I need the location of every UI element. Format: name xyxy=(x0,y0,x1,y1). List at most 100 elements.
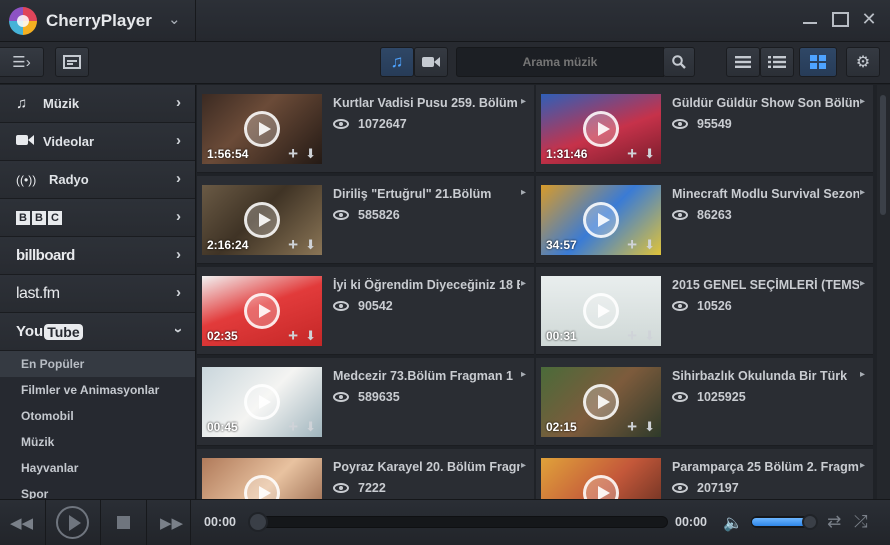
expand-arrow-icon[interactable]: ▸ xyxy=(860,369,865,380)
sidebar-subitem-music[interactable]: Müzik xyxy=(0,429,195,455)
play-overlay-icon[interactable] xyxy=(583,475,619,499)
next-button[interactable]: ▶▶ xyxy=(160,514,183,532)
add-icon[interactable]: + xyxy=(627,418,637,435)
sidebar-item-bbc[interactable]: BBC › xyxy=(0,199,195,237)
volume-icon[interactable]: 🔈 xyxy=(723,513,743,533)
close-button[interactable]: ✕ xyxy=(859,10,879,28)
play-overlay-icon[interactable] xyxy=(583,293,619,329)
video-mode-button[interactable] xyxy=(414,47,448,77)
download-icon[interactable]: ⬇ xyxy=(644,147,655,161)
expand-arrow-icon[interactable]: ▸ xyxy=(521,460,526,471)
sidebar-subitem-animals[interactable]: Hayvanlar xyxy=(0,455,195,481)
sidebar-item-youtube[interactable]: You Tube › xyxy=(0,313,195,351)
expand-arrow-icon[interactable]: ▸ xyxy=(521,369,526,380)
play-overlay-icon[interactable] xyxy=(583,384,619,420)
video-title[interactable]: 2015 GENEL SEÇİMLERİ (TEMSİLİ) xyxy=(672,278,859,292)
video-title[interactable]: İyi ki Öğrendim Diyeceğiniz 18 Bilgi xyxy=(333,278,520,292)
play-overlay-icon[interactable] xyxy=(244,293,280,329)
download-icon[interactable]: ⬇ xyxy=(305,238,316,252)
video-thumbnail[interactable]: 00:45 + ⬇ xyxy=(202,367,322,437)
video-thumbnail[interactable]: 2:16:24 + ⬇ xyxy=(202,185,322,255)
video-thumbnail[interactable]: 1:56:54 + ⬇ xyxy=(202,94,322,164)
settings-button[interactable]: ⚙ xyxy=(846,47,880,77)
download-icon[interactable]: ⬇ xyxy=(644,238,655,252)
minimize-button[interactable] xyxy=(800,10,820,28)
volume-handle[interactable] xyxy=(802,514,818,530)
expand-arrow-icon[interactable]: ▸ xyxy=(860,460,865,471)
video-card[interactable]: Paramparça 25 Bölüm 2. Fragman ▸ 207197 xyxy=(536,449,873,499)
video-card[interactable]: 1:31:46 + ⬇ Güldür Güldür Show Son Bölüm… xyxy=(536,85,873,173)
expand-arrow-icon[interactable]: ▸ xyxy=(521,187,526,198)
video-title[interactable]: Sihirbazlık Okulunda Bir Türk xyxy=(672,369,859,383)
play-overlay-icon[interactable] xyxy=(244,202,280,238)
add-icon[interactable]: + xyxy=(627,145,637,162)
video-thumbnail[interactable]: 00:31 + ⬇ xyxy=(541,276,661,346)
scrollbar-thumb[interactable] xyxy=(880,95,886,215)
video-card[interactable]: Poyraz Karayel 20. Bölüm Fragman ▸ 7222 xyxy=(197,449,534,499)
video-card[interactable]: 1:56:54 + ⬇ Kurtlar Vadisi Pusu 259. Böl… xyxy=(197,85,534,173)
video-thumbnail[interactable]: 1:31:46 + ⬇ xyxy=(541,94,661,164)
video-title[interactable]: Diriliş "Ertuğrul" 21.Bölüm xyxy=(333,187,520,201)
app-menu-chevron-icon[interactable]: ⌄ xyxy=(168,10,181,28)
add-icon[interactable]: + xyxy=(288,418,298,435)
sidebar-item-radio[interactable]: ((•)) Radyo › xyxy=(0,161,195,199)
video-title[interactable]: Poyraz Karayel 20. Bölüm Fragman xyxy=(333,460,520,474)
sidebar-subitem-sports[interactable]: Spor xyxy=(0,481,195,499)
video-title[interactable]: Minecraft Modlu Survival Sezon xyxy=(672,187,859,201)
expand-arrow-icon[interactable]: ▸ xyxy=(860,278,865,289)
download-icon[interactable]: ⬇ xyxy=(305,329,316,343)
video-thumbnail[interactable]: 02:15 + ⬇ xyxy=(541,367,661,437)
video-title[interactable]: Kurtlar Vadisi Pusu 259. Bölüm xyxy=(333,96,520,110)
video-thumbnail[interactable] xyxy=(202,458,322,499)
sidebar-item-lastfm[interactable]: last.fm › xyxy=(0,275,195,313)
video-card[interactable]: 02:15 + ⬇ Sihirbazlık Okulunda Bir Türk … xyxy=(536,358,873,446)
play-overlay-icon[interactable] xyxy=(244,111,280,147)
previous-button[interactable]: ◀◀ xyxy=(10,514,33,532)
repeat-button[interactable]: ⇄ xyxy=(827,512,841,532)
video-title[interactable]: Güldür Güldür Show Son Bölüm xyxy=(672,96,859,110)
shuffle-button[interactable]: ⤮ xyxy=(854,512,868,532)
play-button[interactable] xyxy=(56,506,89,539)
video-title[interactable]: Paramparça 25 Bölüm 2. Fragman xyxy=(672,460,859,474)
grid-view-button[interactable] xyxy=(799,47,837,77)
play-overlay-icon[interactable] xyxy=(244,475,280,499)
video-card[interactable]: 02:35 + ⬇ İyi ki Öğrendim Diyeceğiniz 18… xyxy=(197,267,534,355)
seek-bar[interactable] xyxy=(254,516,668,528)
download-icon[interactable]: ⬇ xyxy=(644,420,655,434)
list-view-button[interactable] xyxy=(726,47,760,77)
video-card[interactable]: 00:45 + ⬇ Medcezir 73.Bölüm Fragman 1 ▸ … xyxy=(197,358,534,446)
screen-mode-button[interactable] xyxy=(55,47,89,77)
add-icon[interactable]: + xyxy=(288,327,298,344)
add-icon[interactable]: + xyxy=(627,236,637,253)
sidebar-subitem-film[interactable]: Filmler ve Animasyonlar xyxy=(0,377,195,403)
detail-view-button[interactable] xyxy=(760,47,794,77)
download-icon[interactable]: ⬇ xyxy=(644,329,655,343)
add-icon[interactable]: + xyxy=(288,145,298,162)
video-card[interactable]: 00:31 + ⬇ 2015 GENEL SEÇİMLERİ (TEMSİLİ)… xyxy=(536,267,873,355)
expand-arrow-icon[interactable]: ▸ xyxy=(860,187,865,198)
play-overlay-icon[interactable] xyxy=(244,384,280,420)
video-thumbnail[interactable]: 02:35 + ⬇ xyxy=(202,276,322,346)
video-card[interactable]: 34:57 + ⬇ Minecraft Modlu Survival Sezon… xyxy=(536,176,873,264)
expand-arrow-icon[interactable]: ▸ xyxy=(860,96,865,107)
expand-arrow-icon[interactable]: ▸ xyxy=(521,96,526,107)
video-thumbnail[interactable] xyxy=(541,458,661,499)
sidebar-item-billboard[interactable]: billboard › xyxy=(0,237,195,275)
video-card[interactable]: 2:16:24 + ⬇ Diriliş "Ertuğrul" 21.Bölüm … xyxy=(197,176,534,264)
sidebar-item-videos[interactable]: Videolar › xyxy=(0,123,195,161)
sidebar-subitem-popular[interactable]: En Popüler xyxy=(0,351,195,377)
add-icon[interactable]: + xyxy=(288,236,298,253)
download-icon[interactable]: ⬇ xyxy=(305,147,316,161)
play-overlay-icon[interactable] xyxy=(583,111,619,147)
sidebar-toggle-button[interactable]: ☰› xyxy=(0,47,44,77)
search-button[interactable] xyxy=(663,47,695,77)
add-icon[interactable]: + xyxy=(627,327,637,344)
search-input[interactable] xyxy=(456,47,664,77)
sidebar-subitem-autos[interactable]: Otomobil xyxy=(0,403,195,429)
stop-button[interactable] xyxy=(117,516,130,529)
music-mode-button[interactable]: ♫ xyxy=(380,47,414,77)
video-title[interactable]: Medcezir 73.Bölüm Fragman 1 xyxy=(333,369,520,383)
video-thumbnail[interactable]: 34:57 + ⬇ xyxy=(541,185,661,255)
expand-arrow-icon[interactable]: ▸ xyxy=(521,278,526,289)
play-overlay-icon[interactable] xyxy=(583,202,619,238)
